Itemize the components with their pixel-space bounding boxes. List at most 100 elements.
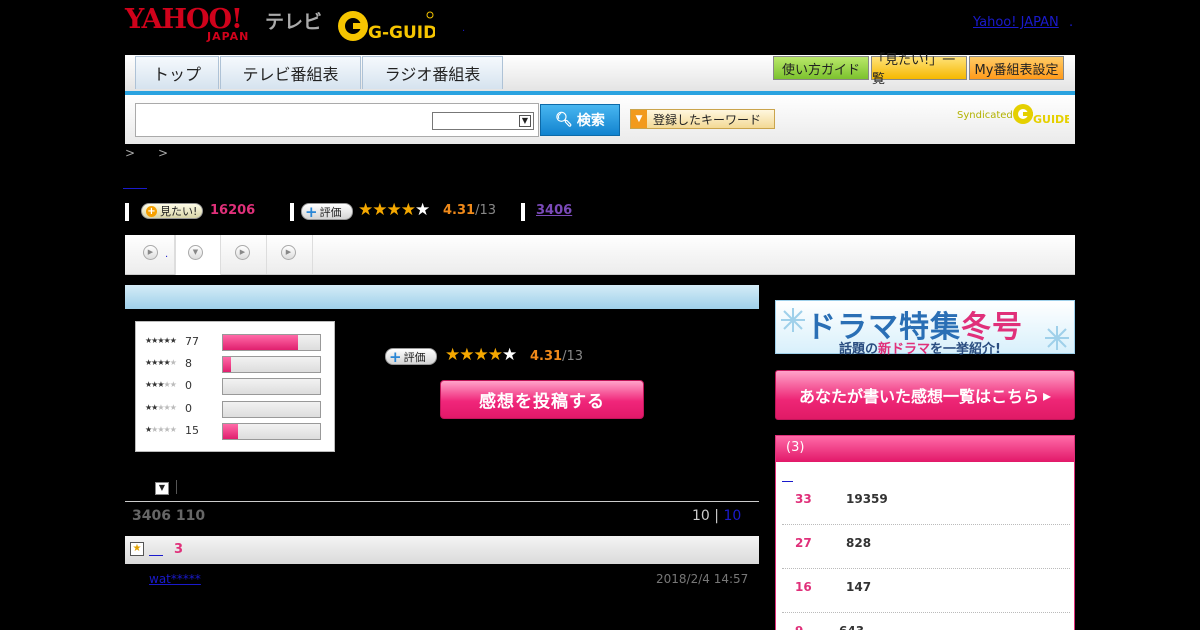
sort-divider — [176, 480, 177, 494]
rating-stars: ★★★★★ — [445, 345, 517, 365]
four-star-icon: ★★★★★ — [145, 358, 177, 367]
histogram-count: 0 — [185, 402, 192, 415]
my-reviews-banner[interactable]: あなたが書いた感想一覧はこちら ▸ — [775, 370, 1075, 420]
tab-tv-listings[interactable]: テレビ番組表 — [220, 56, 361, 89]
review-count-link[interactable]: 3406 — [536, 203, 572, 218]
review-date: 2018/2/4 14:57 — [656, 572, 749, 586]
histogram-bar — [223, 335, 298, 350]
rating-score-max: /13 — [562, 349, 583, 364]
subtab-1[interactable]: ▶ . — [129, 235, 175, 274]
main-nav: トップ テレビ番組表 ラジオ番組表 使い方ガイド 「見たい!」一覧 My番組表設… — [125, 53, 1075, 95]
sub-tabs: ▶ . ▼ ▶ ▶ — [125, 235, 1075, 275]
want-to-watch-label: 見たい! — [160, 205, 198, 218]
histogram-track — [222, 378, 321, 395]
stat-divider — [521, 203, 525, 221]
histogram-row-5[interactable]: ★★★★★ 77 — [145, 334, 325, 352]
ranking-box: (3) 33 19359 27 828 16 147 9 643 — [775, 435, 1075, 630]
search-button[interactable]: 🔍︎ 検索 — [540, 104, 620, 136]
drama-special-banner[interactable]: ドラマ特集冬号 話題の新ドラマを一挙紹介! — [775, 300, 1075, 357]
ranking-row[interactable]: 16 147 — [782, 569, 1070, 613]
tab-radio-listings[interactable]: ラジオ番組表 — [362, 56, 503, 89]
review-star-icon: ★ — [130, 542, 144, 556]
post-review-button[interactable]: 感想を投稿する — [440, 380, 644, 419]
snowflake-icon — [1045, 326, 1069, 350]
list-divider — [125, 501, 759, 502]
ranking-row[interactable]: 9 643 — [782, 613, 1070, 630]
rating-score-max: /13 — [475, 203, 496, 218]
chevron-down-icon: ▼ — [188, 245, 203, 260]
snowflake-icon — [781, 308, 805, 332]
histogram-row-4[interactable]: ★★★★★ 8 — [145, 356, 325, 374]
registered-keywords-label: 登録したキーワード — [653, 112, 762, 127]
histogram-row-3[interactable]: ★★★★★ 0 — [145, 378, 325, 396]
drama-banner-sub-b: 新ドラマ — [878, 342, 931, 357]
dropdown-triangle-icon: ▼ — [631, 110, 647, 128]
drama-banner-sub-a: 話題の — [839, 342, 879, 357]
breadcrumb-separator: > — [125, 146, 136, 160]
my-reviews-label: あなたが書いた感想一覧はこちら — [798, 387, 1039, 406]
breadcrumb-separator: > — [157, 146, 169, 160]
search-bar: ▼ 🔍︎ 検索 ▼ 登録したキーワード Syndicated GUIDE — [125, 95, 1075, 144]
histogram-track — [222, 423, 321, 440]
histogram-bar — [223, 357, 231, 372]
breadcrumb-link[interactable] — [139, 146, 154, 160]
play-icon: ▶ — [281, 245, 296, 260]
gguide-logo[interactable]: G-GUIDE — [335, 8, 449, 44]
plus-icon: + — [146, 205, 157, 217]
yahoo-japan-link[interactable]: Yahoo! JAPAN — [973, 15, 1059, 30]
breadcrumb: > > — [125, 146, 168, 160]
evaluate-label: 評価 — [319, 205, 342, 219]
review-rating-number: 3 — [174, 542, 184, 557]
search-button-label: 検索 — [576, 113, 605, 129]
rating-score: 4.31/13 — [443, 203, 496, 218]
ranking-rank: 33 — [795, 492, 812, 506]
evaluate-button[interactable]: + 評価 — [385, 348, 437, 365]
sort-select[interactable]: ▼ — [155, 482, 169, 495]
play-icon: ▶ — [235, 245, 250, 260]
evaluate-button[interactable]: + 評価 — [301, 203, 353, 220]
pagination: 10 | 10 — [692, 508, 741, 524]
yahoo-japan-logo[interactable]: YAHOO! JAPAN — [125, 6, 260, 44]
header-dot: . — [462, 23, 466, 34]
plus-icon: + — [305, 202, 318, 221]
subtab-3[interactable]: ▶ — [221, 235, 267, 274]
want-to-watch-list-button[interactable]: 「見たい!」一覧 — [871, 53, 967, 87]
want-to-watch-count: 16206 — [210, 203, 256, 218]
rating-score: 4.31/13 — [530, 349, 583, 364]
section-header — [125, 285, 759, 309]
drama-banner-subtitle: 話題の新ドラマを一挙紹介! — [839, 338, 1001, 357]
ranking-value: 147 — [846, 580, 872, 594]
program-title-link[interactable] — [123, 176, 147, 189]
ranking-row[interactable]: 33 19359 — [782, 481, 1070, 525]
tv-label: テレビ — [265, 11, 323, 33]
review-title-link[interactable] — [149, 543, 163, 556]
pagination-next-link[interactable]: 10 — [723, 508, 741, 524]
histogram-row-2[interactable]: ★★★★★ 0 — [145, 401, 325, 419]
review-count-summary: 3406 110 — [132, 508, 206, 524]
histogram-count: 0 — [185, 379, 192, 392]
histogram-row-1[interactable]: ★★★★★ 15 — [145, 423, 325, 441]
usage-guide-button[interactable]: 使い方ガイド — [773, 56, 869, 80]
ranking-row[interactable]: 27 828 — [782, 525, 1070, 569]
review-user-link[interactable]: wat***** — [149, 572, 201, 586]
review-header: ★ 3 — [125, 536, 759, 564]
ranking-rank: 16 — [795, 580, 812, 594]
stat-divider — [125, 203, 129, 221]
search-category-select[interactable]: ▼ — [432, 112, 534, 130]
histogram-count: 8 — [185, 357, 192, 370]
want-to-watch-button[interactable]: + 見たい! — [141, 203, 203, 219]
plus-icon: + — [389, 347, 402, 366]
pagination-text: 10 | — [692, 508, 724, 524]
histogram-track — [222, 401, 321, 418]
rating-stars: ★★★★★ — [358, 200, 430, 220]
subtab-2-active[interactable]: ▼ — [175, 235, 221, 275]
rating-score-value: 4.31 — [443, 203, 476, 218]
ranking-value: 828 — [846, 536, 872, 550]
syndicated-label: Syndicated — [957, 110, 1013, 121]
rating-histogram: ★★★★★ 77 ★★★★★ 8 ★★★★★ 0 ★★★★★ 0 ★★★★★ 1… — [135, 321, 335, 452]
subtab-4[interactable]: ▶ — [267, 235, 313, 274]
subtab-dot: . — [165, 249, 169, 260]
registered-keywords-button[interactable]: ▼ 登録したキーワード — [630, 109, 775, 129]
my-schedule-settings-button[interactable]: My番組表設定 — [969, 56, 1064, 80]
tab-top[interactable]: トップ — [135, 56, 219, 89]
